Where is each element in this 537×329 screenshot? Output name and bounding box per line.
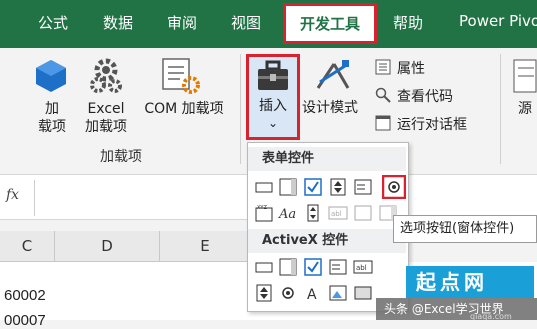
dialog-icon (375, 115, 391, 131)
design-mode-button[interactable]: 设计模式 (302, 99, 368, 117)
activex-checkbox-icon[interactable] (303, 257, 323, 277)
addins-group-label: 加载项 (100, 149, 142, 165)
gear-icon (90, 58, 122, 93)
tab-formulas[interactable]: 公式 (38, 12, 68, 33)
run-dialog-button[interactable]: 运行对话框 (397, 114, 467, 134)
group-separator-2 (500, 54, 501, 164)
tab-developer[interactable]: 开发工具 (283, 3, 377, 44)
addins-label-1: 加 (45, 101, 59, 117)
list-box-icon[interactable] (353, 177, 373, 197)
activex-text-box-icon[interactable]: abl (353, 257, 373, 277)
column-header-e[interactable]: E (160, 231, 251, 262)
checkbox-control-icon[interactable] (303, 177, 323, 197)
chevron-down-icon: ⌄ (267, 116, 279, 130)
column-header-c[interactable]: C (0, 231, 55, 262)
excel-addins-label-2: 加载项 (85, 119, 127, 135)
activex-button-icon[interactable] (254, 257, 274, 277)
view-code-button[interactable]: 查看代码 (397, 86, 453, 106)
column-header-d[interactable]: D (55, 231, 160, 262)
activex-controls-header: ActiveX 控件 (248, 229, 406, 253)
scroll-bar-icon[interactable] (303, 203, 323, 223)
ribbon-tab-bar (0, 0, 537, 48)
addins-button[interactable]: 加 载项 (30, 100, 74, 136)
insert-label: 插入 (259, 98, 287, 114)
activex-option-button-icon[interactable] (278, 283, 298, 303)
button-control-icon[interactable] (254, 177, 274, 197)
group-box-icon[interactable]: XYZ (254, 203, 274, 223)
activex-list-box-icon[interactable] (328, 257, 348, 277)
svg-text:XYZ: XYZ (257, 205, 267, 211)
tab-help[interactable]: 帮助 (393, 12, 423, 33)
svg-text:Aa: Aa (278, 207, 296, 222)
excel-addins-button[interactable]: Excel 加载项 (80, 100, 132, 136)
tab-view[interactable]: 视图 (231, 12, 261, 33)
cell-value[interactable]: 60002 (4, 287, 46, 304)
text-field-icon: abl (328, 206, 348, 220)
fx-icon[interactable]: fx (6, 187, 19, 203)
activex-combo-box-icon[interactable] (278, 257, 298, 277)
svg-text:abl: abl (331, 210, 342, 218)
toolbox-icon (258, 60, 288, 90)
source-icon (513, 59, 537, 93)
form-controls-header: 表单控件 (248, 147, 406, 171)
svg-text:abl: abl (356, 264, 367, 272)
tab-power-pivot[interactable]: Power Pivo (459, 12, 537, 30)
source-button[interactable]: 源 (514, 100, 536, 118)
excel-addins-label-1: Excel (87, 101, 125, 117)
activex-scroll-bar-icon[interactable] (254, 283, 274, 303)
magnifier-icon (375, 87, 391, 103)
watermark-logo-text: 起点网 (416, 270, 488, 294)
spin-button-icon[interactable] (328, 177, 348, 197)
design-mode-icon (316, 60, 350, 89)
addins-icon (36, 60, 66, 92)
activex-toggle-button-icon[interactable] (353, 283, 373, 303)
properties-button[interactable]: 属性 (397, 58, 425, 78)
com-addins-icon (162, 58, 200, 94)
combo-list-edit-icon (354, 205, 372, 221)
addins-label-2: 载项 (38, 119, 66, 135)
properties-icon (375, 59, 391, 75)
cell-value[interactable]: 00007 (4, 312, 46, 329)
activex-label-icon[interactable]: A (303, 283, 323, 303)
tab-data[interactable]: 数据 (103, 12, 133, 33)
com-addins-button[interactable]: COM 加载项 (132, 100, 236, 118)
option-button-tooltip: 选项按钮(窗体控件) (393, 215, 537, 243)
svg-text:A: A (307, 287, 317, 303)
combo-box-icon[interactable] (278, 177, 298, 197)
option-button-icon[interactable] (382, 175, 406, 199)
tab-review[interactable]: 审阅 (167, 12, 197, 33)
label-control-icon[interactable]: Aa (278, 203, 298, 223)
group-separator (240, 54, 241, 164)
activex-image-icon[interactable] (328, 283, 348, 303)
